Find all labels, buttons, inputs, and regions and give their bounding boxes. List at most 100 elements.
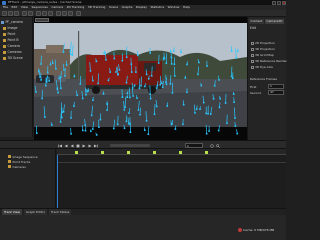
track-point[interactable]	[160, 82, 163, 85]
track-point[interactable]	[169, 83, 172, 85]
track-point[interactable]	[149, 93, 151, 96]
track-point[interactable]	[82, 129, 84, 132]
track-point[interactable]	[56, 88, 59, 90]
track-point[interactable]	[69, 50, 72, 52]
track-point[interactable]	[153, 113, 156, 115]
track-point[interactable]	[116, 123, 119, 126]
track-point[interactable]	[70, 117, 72, 119]
track-point[interactable]	[218, 106, 221, 109]
track-point[interactable]	[233, 101, 235, 103]
track-point[interactable]	[197, 73, 199, 76]
track-point[interactable]	[127, 122, 130, 125]
tab-camera2d[interactable]: Camera2D	[265, 19, 284, 24]
track-point[interactable]	[55, 68, 57, 70]
mesh-tool-icon[interactable]	[68, 11, 73, 16]
option-3d-reference-render[interactable]: 3D Reference Render	[251, 59, 287, 64]
track-point[interactable]	[230, 50, 233, 52]
keyframe-marker[interactable]	[153, 150, 156, 154]
track-point[interactable]	[135, 71, 137, 73]
track-point[interactable]	[79, 83, 82, 85]
zoom-tool-icon[interactable]	[48, 11, 53, 16]
keyframe-marker[interactable]	[179, 150, 182, 154]
track-point[interactable]	[84, 124, 86, 127]
track-point[interactable]	[232, 77, 234, 80]
track-point[interactable]	[205, 112, 207, 115]
track-point[interactable]	[60, 87, 62, 90]
keyframe-marker[interactable]	[205, 150, 208, 154]
track-point[interactable]	[205, 132, 208, 135]
camera-view[interactable]	[34, 17, 247, 140]
track-point[interactable]	[213, 85, 216, 87]
track-point[interactable]	[86, 90, 88, 93]
option-3d-grid-map[interactable]: 3D Grid Map	[251, 53, 274, 58]
track-point[interactable]	[113, 57, 116, 60]
option-2d-projection[interactable]: 2D Projection	[251, 41, 275, 46]
track-point[interactable]	[69, 53, 72, 55]
play-icon[interactable]	[82, 144, 86, 148]
track-point[interactable]	[149, 52, 151, 54]
first-frame-field[interactable]: 1	[268, 84, 284, 89]
track-point[interactable]	[97, 82, 99, 85]
track-point[interactable]	[212, 98, 215, 100]
track-point[interactable]	[49, 63, 52, 66]
track-point[interactable]	[165, 83, 168, 86]
track-point[interactable]	[118, 69, 121, 71]
track-point[interactable]	[170, 63, 173, 65]
track-point[interactable]	[73, 105, 75, 107]
track-point[interactable]	[35, 91, 37, 93]
track-point[interactable]	[105, 59, 107, 61]
track-point[interactable]	[170, 123, 173, 126]
track-point[interactable]	[62, 111, 65, 113]
track-point[interactable]	[41, 97, 43, 100]
track-point[interactable]	[208, 130, 210, 132]
track-point[interactable]	[195, 108, 198, 110]
track-point[interactable]	[174, 75, 176, 77]
track-point[interactable]	[170, 50, 172, 53]
step-forward-icon[interactable]	[88, 144, 92, 148]
track-point[interactable]	[230, 75, 233, 78]
track-point[interactable]	[147, 78, 150, 80]
track-point[interactable]	[236, 132, 239, 135]
track-point[interactable]	[59, 121, 62, 123]
track-point[interactable]	[109, 71, 111, 73]
playback-slider[interactable]	[110, 144, 150, 147]
track-point[interactable]	[155, 87, 158, 89]
track-point[interactable]	[129, 96, 131, 99]
track-point[interactable]	[126, 92, 129, 95]
track-point[interactable]	[145, 120, 148, 122]
maximize-button[interactable]	[277, 0, 281, 5]
track-point[interactable]	[58, 77, 60, 80]
timeline-ruler[interactable]	[57, 149, 286, 155]
track-point[interactable]	[234, 117, 236, 119]
track-point[interactable]	[144, 85, 146, 88]
track-point[interactable]	[92, 99, 94, 101]
track-point[interactable]	[194, 112, 196, 114]
track-point[interactable]	[125, 120, 128, 123]
save-icon[interactable]	[14, 11, 19, 16]
track-point[interactable]	[147, 133, 150, 135]
track-point[interactable]	[52, 62, 54, 64]
option-3d-projection[interactable]: 3D Projection	[251, 47, 275, 52]
track-point[interactable]	[218, 79, 220, 81]
track-point[interactable]	[85, 94, 87, 96]
track-point[interactable]	[117, 73, 119, 75]
keyframe-marker[interactable]	[127, 150, 130, 154]
track-point[interactable]	[51, 124, 53, 126]
track-point[interactable]	[76, 94, 78, 97]
track-point[interactable]	[45, 81, 48, 83]
track-point[interactable]	[98, 126, 100, 128]
track-point[interactable]	[92, 128, 94, 130]
track-point[interactable]	[125, 56, 128, 59]
track-point[interactable]	[102, 93, 105, 95]
track-point[interactable]	[234, 125, 237, 127]
close-button[interactable]	[282, 0, 286, 5]
track-point[interactable]	[224, 102, 227, 104]
checkbox[interactable]	[251, 60, 254, 63]
track-point[interactable]	[161, 86, 164, 88]
move-tool-icon[interactable]	[42, 11, 47, 16]
track-point[interactable]	[173, 63, 176, 66]
track-point[interactable]	[125, 81, 128, 84]
track-point[interactable]	[103, 52, 105, 55]
go-start-icon[interactable]	[58, 144, 62, 148]
viewport[interactable]	[34, 17, 247, 140]
